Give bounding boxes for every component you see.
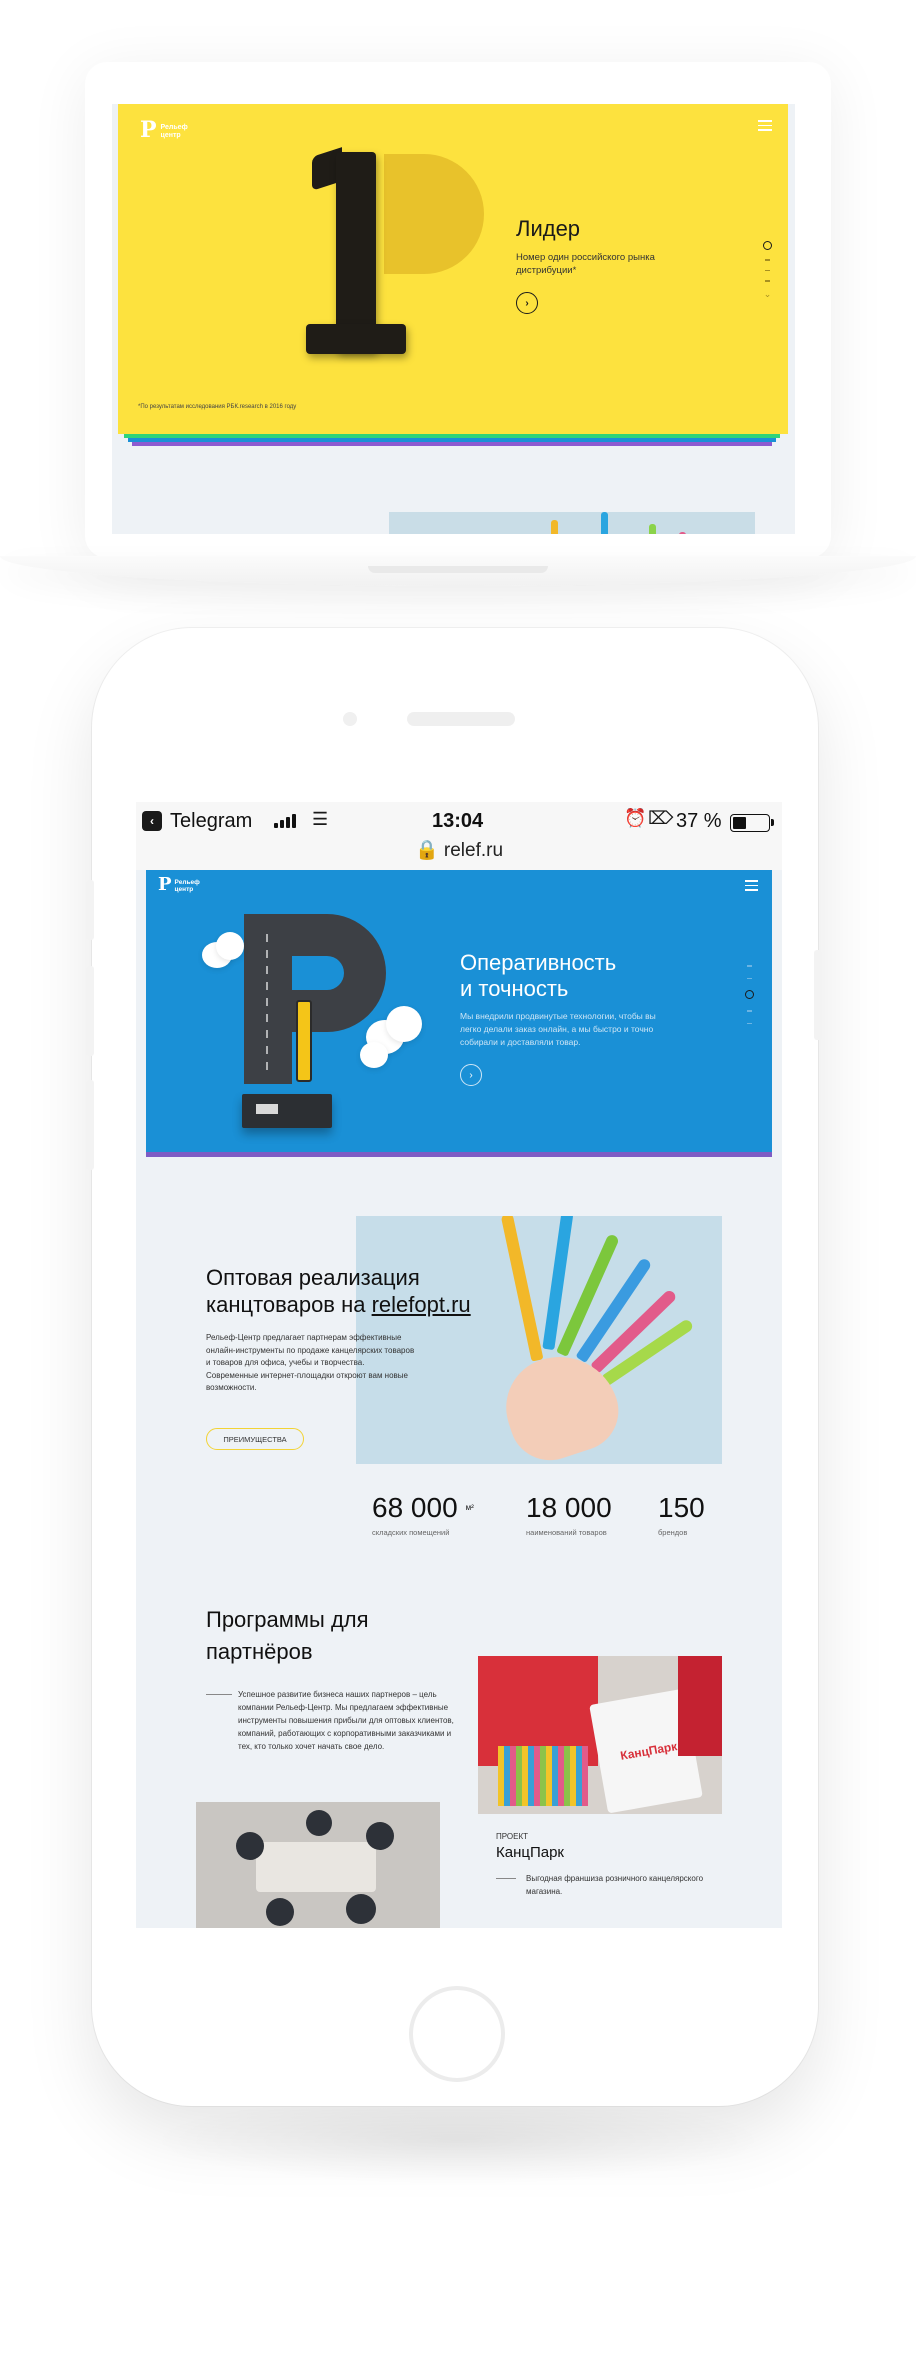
stat-label: складских помещений bbox=[372, 1528, 450, 1537]
slider-dot-active[interactable] bbox=[763, 241, 772, 250]
phone-side-button bbox=[86, 1080, 94, 1170]
hero-footnote: *По результатам исследования РБК.researc… bbox=[138, 404, 297, 410]
home-button[interactable] bbox=[409, 1986, 505, 2082]
programs-title: Программы для партнёров bbox=[206, 1604, 369, 1668]
hero-slide: Р Рельеф центр Оперативность и точность … bbox=[146, 870, 772, 1152]
slider-dot[interactable] bbox=[747, 977, 752, 979]
hero-next-button[interactable]: › bbox=[516, 292, 538, 314]
slide-stack-bar bbox=[132, 442, 772, 446]
battery-icon bbox=[730, 814, 774, 832]
kanzpark-store-image[interactable]: КанцПарк bbox=[478, 1656, 722, 1814]
laptop-logo[interactable]: Р Рельеф центр bbox=[140, 117, 188, 143]
stat-label: брендов bbox=[658, 1528, 688, 1537]
phone-side-button bbox=[86, 880, 94, 940]
arrow-right-icon: › bbox=[469, 1069, 473, 1081]
stat-warehouse: 68 000 м² складских помещений bbox=[372, 1492, 474, 1537]
back-to-app-icon[interactable]: ‹ bbox=[142, 811, 162, 831]
logo-text: Рельеф центр bbox=[161, 124, 188, 140]
pens-image-preview bbox=[389, 512, 755, 534]
menu-icon[interactable] bbox=[745, 880, 758, 894]
programs-title-line2: партнёров bbox=[206, 1639, 313, 1664]
site-logo[interactable]: Р Рельеф центр bbox=[158, 876, 200, 894]
project-text: Выгодная франшиза розничного канцелярско… bbox=[526, 1874, 704, 1896]
chevron-down-icon[interactable]: ⌄ bbox=[764, 289, 772, 298]
laptop-hero-slide: Р Рельеф центр Лидер Номер один российск… bbox=[118, 104, 788, 434]
phone-shadow bbox=[150, 2095, 766, 2185]
relefopt-link[interactable]: relefopt.ru bbox=[372, 1292, 471, 1317]
earpiece bbox=[407, 712, 515, 726]
battery-level bbox=[733, 817, 746, 829]
slider-pagination: ⌄ bbox=[763, 241, 772, 298]
programs-text: Успешное развитие бизнеса наших партнеро… bbox=[238, 1690, 454, 1751]
menu-icon[interactable] bbox=[758, 120, 772, 134]
warehouse-block-illustration bbox=[242, 1094, 332, 1128]
cloud-illustration bbox=[386, 1006, 422, 1042]
hero-title-line2: и точность bbox=[460, 976, 569, 1001]
arrow-right-icon: › bbox=[525, 297, 529, 309]
bluetooth-icon: ⌦ bbox=[648, 808, 674, 828]
truck-illustration bbox=[296, 1000, 312, 1082]
slider-dot[interactable] bbox=[747, 965, 752, 967]
back-app-label[interactable]: Telegram bbox=[170, 810, 252, 833]
url-text: relef.ru bbox=[443, 840, 504, 861]
wifi-icon: ☰ bbox=[312, 809, 329, 829]
stat-brands: 150 брендов bbox=[658, 1492, 705, 1537]
hero-next-button[interactable]: › bbox=[460, 1064, 482, 1086]
front-camera bbox=[343, 712, 357, 726]
project-label: ПРОЕКТ bbox=[496, 1832, 529, 1841]
cloud-illustration bbox=[216, 932, 244, 960]
big-p-shape bbox=[384, 154, 484, 274]
hero-title: Оперативность и точность bbox=[460, 950, 680, 1002]
phone-screen: ‹ Telegram ☰ 13:04 ⏰ ⌦ 37 % 🔒 relef.ru Р… bbox=[136, 802, 782, 1928]
programs-title-line1: Программы для bbox=[206, 1607, 369, 1632]
hero-text: Мы внедрили продвинутые технологии, чтоб… bbox=[460, 1011, 656, 1047]
divider-line bbox=[206, 1694, 232, 1695]
wholesale-title-line1: Оптовая реализация bbox=[206, 1265, 420, 1290]
wholesale-title: Оптовая реализация канцтоваров на relefo… bbox=[206, 1264, 471, 1318]
hero-title-line1: Оперативность bbox=[460, 950, 617, 975]
logo-text-line2: центр bbox=[174, 886, 194, 893]
project-name[interactable]: КанцПарк bbox=[496, 1844, 564, 1861]
logo-text-line1: Рельеф bbox=[174, 879, 200, 886]
slide-stack-bar bbox=[146, 1152, 772, 1157]
address-bar[interactable]: 🔒 relef.ru bbox=[136, 838, 782, 862]
advantages-button[interactable]: ПРЕИМУЩЕСТВА bbox=[206, 1428, 304, 1450]
logo-text-line1: Рельеф bbox=[160, 124, 188, 131]
laptop-screen: Р Рельеф центр Лидер Номер один российск… bbox=[112, 104, 795, 534]
logo-text-line2: центр bbox=[160, 132, 181, 139]
logo-mark: Р bbox=[140, 117, 157, 143]
stat-value: 150 bbox=[658, 1492, 705, 1523]
cloud-illustration bbox=[360, 1042, 388, 1068]
logo-mark: Р bbox=[158, 874, 172, 895]
slider-pagination bbox=[745, 965, 754, 1024]
stat-products: 18 000 наименований товаров bbox=[526, 1492, 612, 1537]
slider-dot[interactable] bbox=[765, 259, 770, 261]
battery-percent: 37 % bbox=[676, 810, 722, 832]
divider-line bbox=[496, 1878, 516, 1879]
signal-icon bbox=[274, 814, 296, 828]
lock-icon: 🔒 bbox=[414, 840, 439, 861]
alarm-icon: ⏰ bbox=[624, 808, 647, 828]
wholesale-text: Рельеф-Центр предлагает партнерам эффект… bbox=[206, 1333, 415, 1392]
office-meeting-image bbox=[196, 1802, 440, 1928]
clock: 13:04 bbox=[432, 810, 484, 832]
slider-dot[interactable] bbox=[747, 1010, 752, 1012]
phone-side-button bbox=[814, 950, 822, 1040]
hero-title: Лидер bbox=[516, 216, 581, 241]
hero-text: Номер один российского рынка дистрибуции… bbox=[516, 252, 655, 276]
status-bar: ‹ Telegram ☰ 13:04 ⏰ ⌦ 37 % 🔒 relef.ru bbox=[136, 802, 782, 870]
stat-label: наименований товаров bbox=[526, 1528, 607, 1537]
logo-text: Рельеф центр bbox=[175, 879, 200, 894]
phone-side-button bbox=[86, 966, 94, 1056]
slider-dot[interactable] bbox=[765, 269, 770, 271]
stat-unit: м² bbox=[465, 1503, 474, 1512]
laptop-notch bbox=[368, 566, 548, 573]
stat-value: 18 000 bbox=[526, 1492, 612, 1523]
wholesale-title-prefix: канцтоваров на bbox=[206, 1292, 372, 1317]
number-one-figure bbox=[306, 147, 406, 360]
slider-dot-active[interactable] bbox=[745, 990, 754, 999]
slider-dot[interactable] bbox=[747, 1022, 752, 1024]
stat-value: 68 000 bbox=[372, 1492, 458, 1523]
slider-dot[interactable] bbox=[765, 280, 770, 282]
